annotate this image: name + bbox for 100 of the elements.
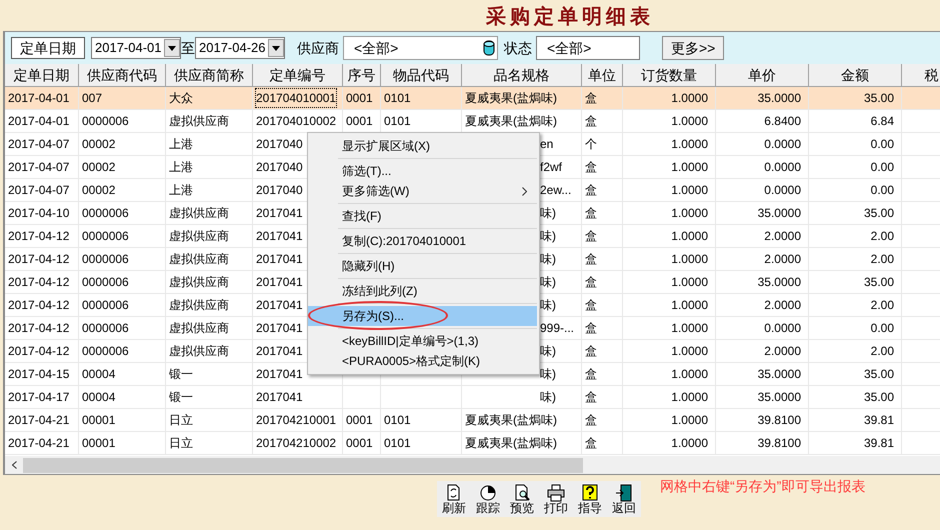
table-cell-text: 201704010002 bbox=[256, 113, 336, 130]
table-cell-text: 0001 bbox=[346, 412, 373, 429]
column-header[interactable]: 品名规格 bbox=[462, 64, 582, 87]
more-button[interactable]: 更多>> bbox=[662, 36, 724, 60]
table-cell-text: 2017041 bbox=[256, 366, 303, 383]
table-cell-text: 35.0000 bbox=[758, 274, 801, 291]
menu-item[interactable]: 筛选(T)... bbox=[308, 161, 537, 181]
column-header[interactable]: 供应商简称 bbox=[166, 64, 253, 87]
table-cell-text: 0.00 bbox=[870, 182, 894, 199]
table-row[interactable]: 2017-04-01 0000006 虚拟供应商 201704010002 0001 0101 夏威夷果(盐焗味) 盒 1.0000 6.8400 6.84 bbox=[5, 110, 940, 133]
table-cell-text: 锻一 bbox=[169, 366, 193, 383]
menu-item[interactable]: 显示扩展区域(X) bbox=[308, 136, 537, 156]
menu-item[interactable]: 复制(C):201704010001 bbox=[308, 231, 537, 251]
supplier-label: 供应商 bbox=[297, 38, 339, 58]
table-cell-text: 35.00 bbox=[864, 90, 894, 107]
table-cell-text: 2017-04-12 bbox=[8, 251, 70, 268]
table-cell-text: 0001 bbox=[346, 90, 373, 107]
toolbar-button[interactable]: 跟踪 bbox=[476, 484, 500, 514]
table-cell-text: 盒 bbox=[585, 228, 597, 245]
table-cell-text: 6.84 bbox=[870, 113, 894, 130]
column-header[interactable]: 定单编号 bbox=[253, 64, 343, 87]
table-cell-text: 盒 bbox=[585, 205, 597, 222]
table-cell-text: 虚拟供应商 bbox=[169, 251, 229, 268]
menu-item[interactable]: 更多筛选(W) bbox=[308, 181, 537, 201]
toolbar-button[interactable]: 刷新 bbox=[442, 484, 466, 514]
table-cell-text: 味) bbox=[540, 389, 556, 406]
table-row[interactable]: 2017-04-17 00004 锻一 2017041 味) 盒 1.0000 35.0000 35.00 bbox=[5, 386, 940, 409]
table-row[interactable]: 2017-04-01 007 大众 201704010001 0001 0101 夏威夷果(盐焗味) 盒 1.0000 35.0000 35.00 bbox=[5, 87, 940, 110]
column-header[interactable]: 供应商代码 bbox=[79, 64, 166, 87]
table-cell-text: 2017041 bbox=[256, 251, 303, 268]
table-cell-text: 2017-04-21 bbox=[8, 435, 70, 452]
column-header[interactable]: 单位 bbox=[582, 64, 623, 87]
table-cell-text: 2017-04-07 bbox=[8, 159, 70, 176]
table-cell-text: 上港 bbox=[169, 159, 193, 176]
table-cell-text: 0000006 bbox=[82, 113, 129, 130]
range-label: 至 bbox=[181, 38, 195, 58]
table-cell-text: 2017041 bbox=[256, 389, 303, 406]
toolbar-button[interactable]: 返回 bbox=[612, 484, 636, 514]
column-header[interactable]: 金额 bbox=[809, 64, 902, 87]
table-cell-text: 999-... bbox=[540, 320, 574, 337]
table-row[interactable]: 2017-04-21 00001 日立 201704210002 0001 0101 夏威夷果(盐焗味) 盒 1.0000 39.8100 39.81 bbox=[5, 432, 940, 455]
column-header[interactable]: 序号 bbox=[343, 64, 381, 87]
table-cell-text: 2017-04-07 bbox=[8, 136, 70, 153]
table-cell-text: 35.0000 bbox=[758, 366, 801, 383]
table-cell-text: 2.0000 bbox=[764, 228, 801, 245]
date-dropdown[interactable]: 2017-04-01 bbox=[91, 37, 181, 59]
table-cell-text: 39.8100 bbox=[758, 435, 801, 452]
table-cell-text: 上港 bbox=[169, 182, 193, 199]
column-header[interactable]: 订货数量 bbox=[623, 64, 716, 87]
menu-item[interactable]: 另存为(S)... bbox=[308, 306, 537, 326]
table-cell-text: 1.0000 bbox=[671, 343, 708, 360]
menu-item[interactable]: <PURA0005>格式定制(K) bbox=[308, 351, 537, 371]
column-header[interactable]: 单价 bbox=[716, 64, 809, 87]
table-cell-text: 虚拟供应商 bbox=[169, 205, 229, 222]
table-cell-text: 上港 bbox=[169, 136, 193, 153]
table-cell-text: 2017-04-01 bbox=[8, 113, 70, 130]
table-cell-text: 盒 bbox=[585, 182, 597, 199]
menu-item[interactable]: 隐藏列(H) bbox=[308, 256, 537, 276]
status-field[interactable]: <全部> bbox=[536, 36, 640, 60]
date-dropdown[interactable]: 2017-04-26 bbox=[195, 37, 285, 59]
table-cell-text: 2017041 bbox=[256, 297, 303, 314]
table-cell-text: 1.0000 bbox=[671, 435, 708, 452]
table-cell-text: 0.00 bbox=[870, 320, 894, 337]
table-cell-text: 2017040 bbox=[256, 136, 303, 153]
toolbar-button[interactable]: 打印 bbox=[544, 484, 568, 514]
status-label: 状态 bbox=[504, 38, 532, 58]
table-cell-text: 35.00 bbox=[864, 205, 894, 222]
table-cell-text: 1.0000 bbox=[671, 412, 708, 429]
table-cell-text: 35.00 bbox=[864, 274, 894, 291]
table-cell-text: 味) bbox=[540, 205, 556, 222]
date-filter-button[interactable]: 定单日期 bbox=[11, 37, 85, 59]
table-cell-text: 1.0000 bbox=[671, 159, 708, 176]
column-header[interactable]: 税 bbox=[902, 64, 940, 87]
table-cell-text: 盒 bbox=[585, 343, 597, 360]
table-cell-text: 盒 bbox=[585, 435, 597, 452]
menu-item[interactable]: 冻结到此列(Z) bbox=[308, 281, 537, 301]
toolbar-button[interactable]: 指导 bbox=[578, 484, 602, 514]
table-cell-text: 39.81 bbox=[864, 435, 894, 452]
table-row[interactable]: 2017-04-21 00001 日立 201704210001 0001 0101 夏威夷果(盐焗味) 盒 1.0000 39.8100 39.81 bbox=[5, 409, 940, 432]
table-cell-text: 00002 bbox=[82, 159, 116, 176]
table-cell-text: 虚拟供应商 bbox=[169, 228, 229, 245]
window-title: 采购定单明细表 bbox=[486, 2, 654, 30]
table-cell-text: 2017-04-10 bbox=[8, 205, 70, 222]
supplier-field[interactable]: <全部> bbox=[343, 36, 498, 60]
column-header[interactable]: 物品代码 bbox=[381, 64, 462, 87]
table-cell-text: 0000006 bbox=[82, 228, 129, 245]
table-cell-text: 虚拟供应商 bbox=[169, 274, 229, 291]
table-cell-text: 0.0000 bbox=[764, 136, 801, 153]
table-cell-text: f2wf bbox=[540, 159, 562, 176]
table-cell-text: 2.0000 bbox=[764, 297, 801, 314]
column-header[interactable]: 定单日期 bbox=[5, 64, 79, 87]
table-cell-text: 味) bbox=[540, 251, 556, 268]
menu-item[interactable]: 查找(F) bbox=[308, 206, 537, 226]
table-cell-text: 锻一 bbox=[169, 389, 193, 406]
table-cell-text: 1.0000 bbox=[671, 90, 708, 107]
table-cell-text: 00001 bbox=[82, 412, 116, 429]
table-cell-text: 2017-04-21 bbox=[8, 412, 70, 429]
table-cell-text: 0.0000 bbox=[764, 159, 801, 176]
toolbar-button[interactable]: 预览 bbox=[510, 484, 534, 514]
table-cell-text: 盒 bbox=[585, 366, 597, 383]
